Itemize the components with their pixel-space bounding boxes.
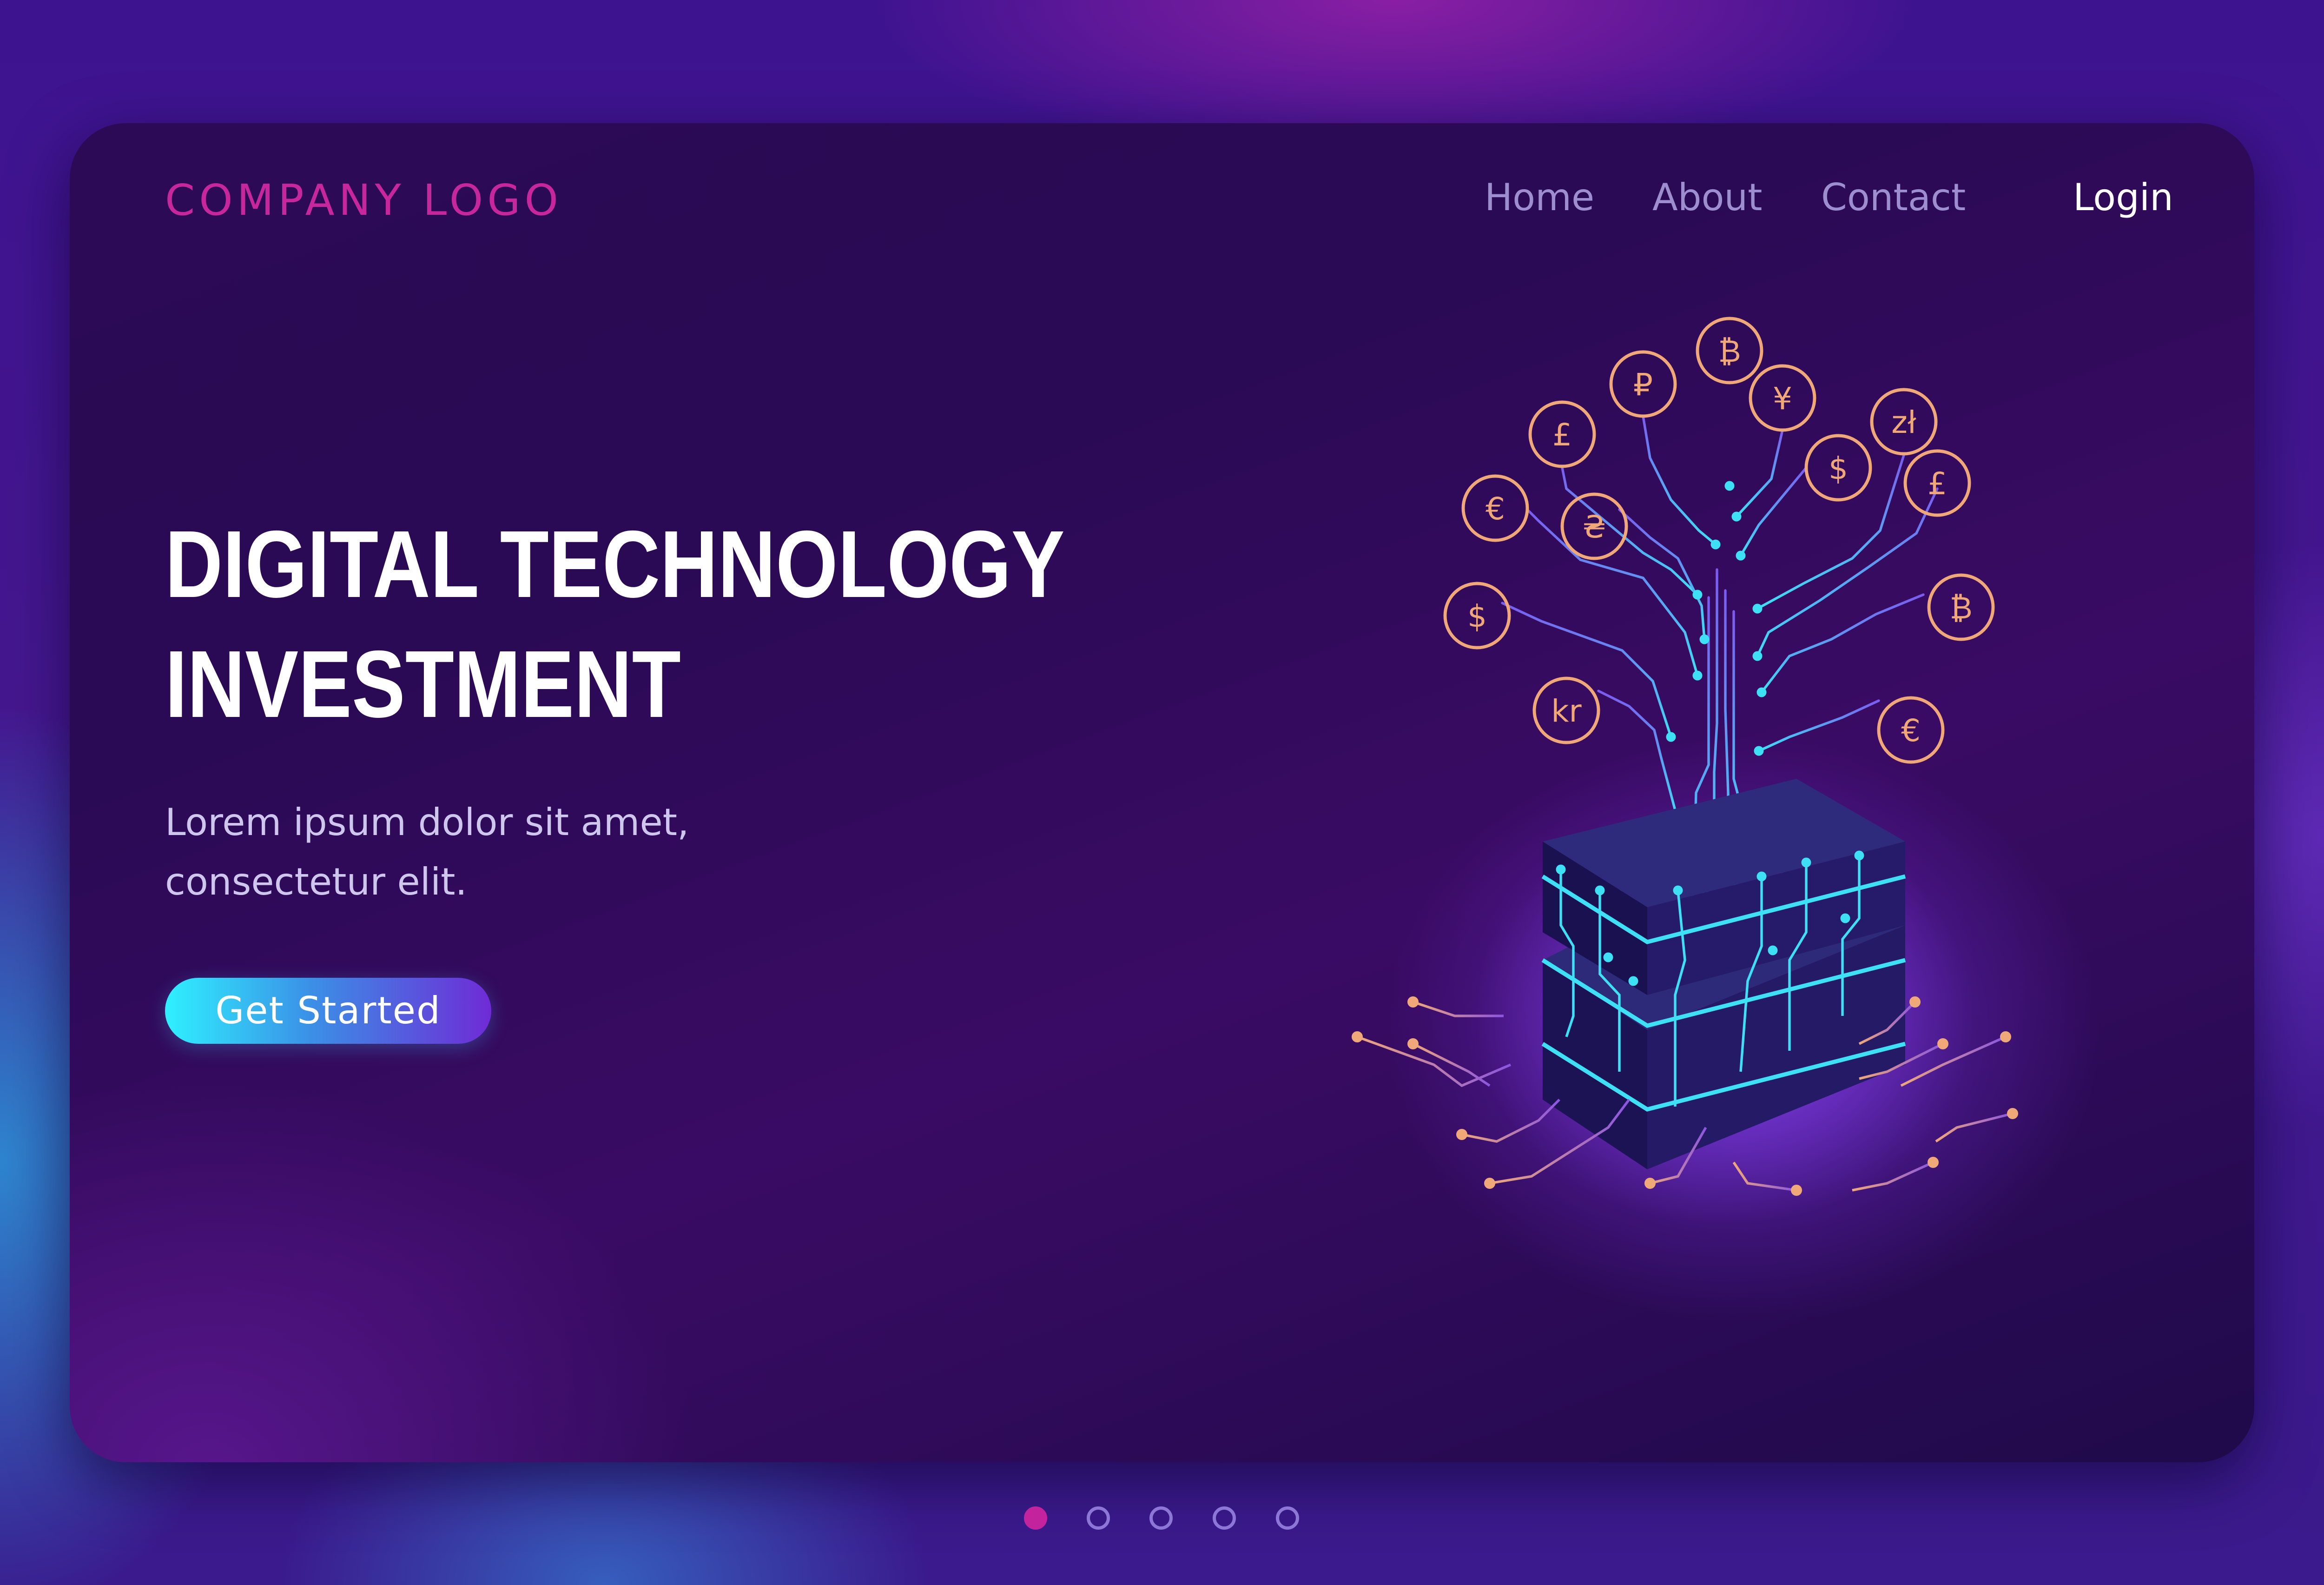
pagination-dot-2[interactable]	[1087, 1506, 1110, 1530]
hero-title-line-1: DIGITAL TECHNOLOGY	[165, 511, 1065, 617]
euro-symbol: €	[1901, 713, 1921, 749]
pagination-dot-1[interactable]	[1024, 1506, 1047, 1530]
dollar-coin-icon: $	[1804, 434, 1872, 502]
crypto-tree-illustration: ₿ ₽ ¥ zł £ $ £ € ₴ ₿ $ kr €	[1352, 317, 2018, 1225]
nav-about[interactable]: About	[1652, 179, 1763, 216]
hero-subtitle: Lorem ipsum dolor sit amet, consectetur …	[165, 793, 862, 912]
get-started-button[interactable]: Get Started	[165, 978, 491, 1044]
hero-subtitle-line-2: consectetur elit.	[165, 860, 467, 903]
pagination-dot-3[interactable]	[1149, 1506, 1173, 1530]
hero-subtitle-line-1: Lorem ipsum dolor sit amet,	[165, 801, 689, 844]
pound-symbol: £	[1552, 417, 1572, 453]
hero-title: DIGITAL TECHNOLOGY INVESTMENT	[165, 504, 1065, 744]
pound-coin-icon: £	[1903, 449, 1971, 517]
bitcoin-coin-icon: ₿	[1927, 573, 1995, 641]
pagination-dot-4[interactable]	[1213, 1506, 1236, 1530]
hero-card: COMPANY LOGO Home About Contact Login DI…	[70, 123, 2254, 1462]
dollar-symbol: $	[1467, 598, 1487, 634]
bitcoin-coin-icon: ₿	[1696, 317, 1763, 385]
pagination-dots	[0, 1506, 2324, 1534]
ruble-symbol: ₽	[1633, 367, 1653, 403]
pound-coin-icon: £	[1528, 400, 1596, 468]
zloty-symbol: zł	[1891, 405, 1916, 440]
hryvnia-coin-icon: ₴	[1560, 492, 1628, 560]
pound-symbol: £	[1928, 466, 1947, 502]
hero-title-line-2: INVESTMENT	[165, 631, 681, 737]
dollar-symbol: $	[1829, 451, 1848, 486]
ruble-coin-icon: ₽	[1609, 350, 1677, 418]
bitcoin-symbol: ₿	[1718, 333, 1741, 369]
euro-symbol: €	[1486, 491, 1505, 527]
login-link[interactable]: Login	[2073, 179, 2173, 216]
euro-coin-icon: €	[1877, 696, 1945, 764]
krona-symbol: kr	[1551, 693, 1582, 729]
euro-coin-icon: €	[1461, 474, 1529, 542]
dollar-coin-icon: $	[1443, 582, 1511, 650]
bitcoin-symbol: ₿	[1950, 590, 1973, 626]
krona-coin-icon: kr	[1532, 676, 1600, 744]
pagination-dot-5[interactable]	[1276, 1506, 1299, 1530]
zloty-coin-icon: zł	[1870, 388, 1938, 456]
nav-contact[interactable]: Contact	[1821, 179, 1966, 216]
hryvnia-symbol: ₴	[1582, 509, 1606, 545]
yen-coin-icon: ¥	[1749, 364, 1816, 432]
yen-symbol: ¥	[1773, 381, 1792, 417]
company-logo[interactable]: COMPANY LOGO	[165, 179, 562, 222]
nav-home[interactable]: Home	[1485, 179, 1594, 216]
